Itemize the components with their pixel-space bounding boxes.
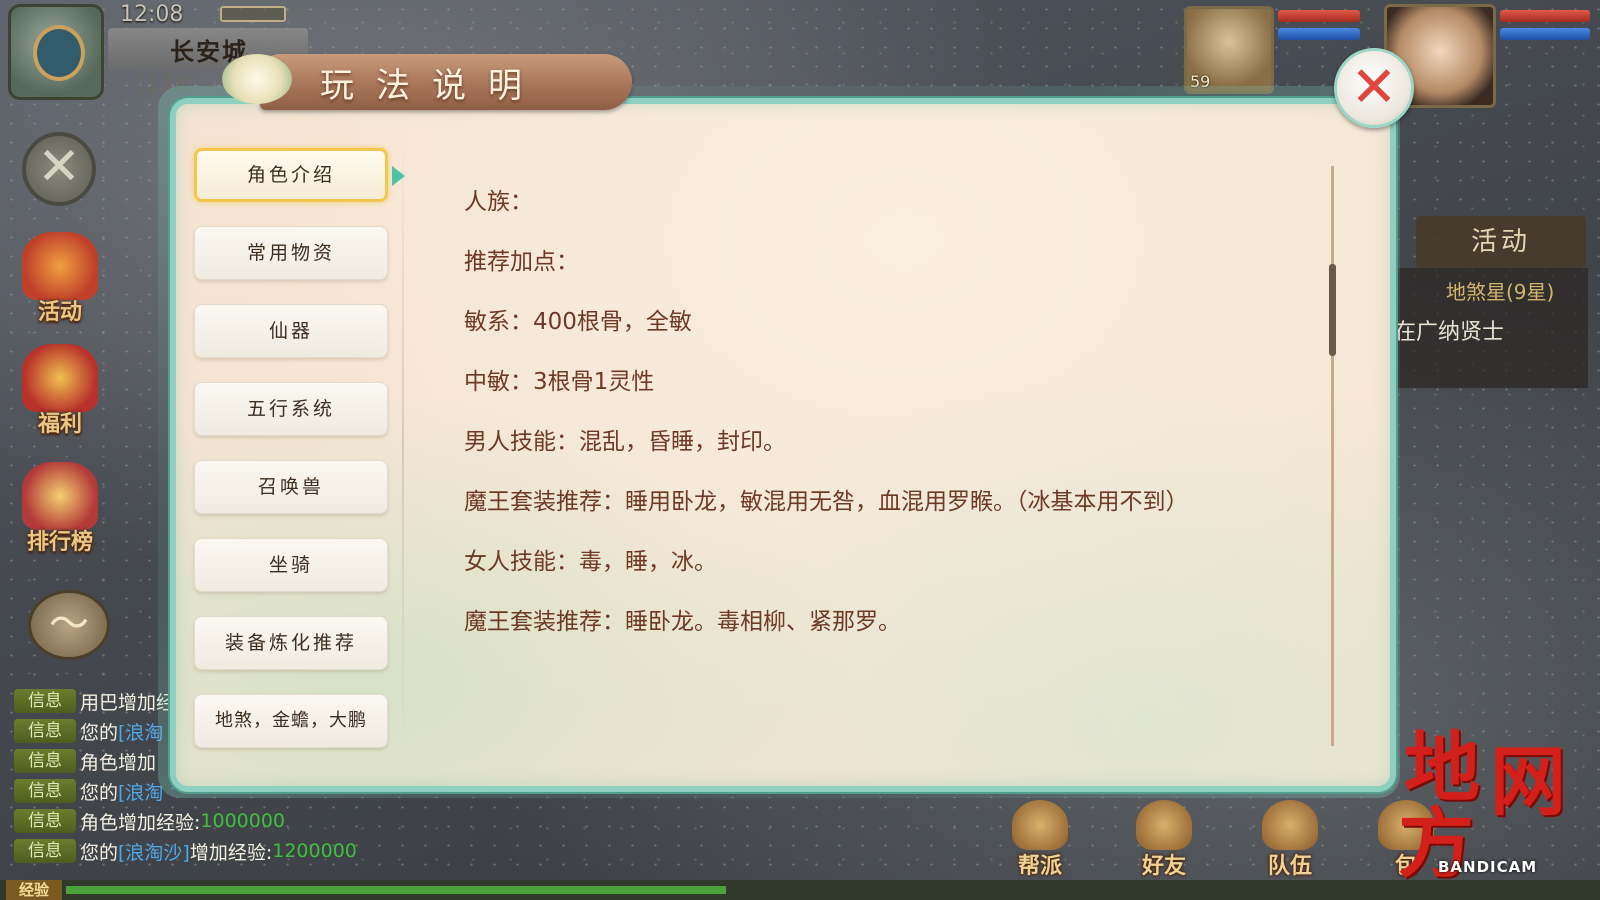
tab-role-intro[interactable]: 角色介绍 bbox=[194, 148, 388, 202]
tab-common-supplies[interactable]: 常用物资 bbox=[194, 226, 388, 280]
activity-tab[interactable]: 活动 bbox=[1416, 216, 1586, 268]
lotus-icon bbox=[222, 54, 292, 104]
player-hp-bar bbox=[1500, 10, 1590, 22]
quest-description: 在广纳贤士 bbox=[1394, 320, 1505, 345]
ranking-icon bbox=[22, 462, 98, 530]
team-icon bbox=[1262, 800, 1318, 850]
chat-text: 角色增加经验: bbox=[80, 811, 201, 834]
close-icon: ✕ bbox=[1350, 55, 1398, 120]
chat-text: 角色增加 bbox=[80, 751, 157, 774]
tab-divider bbox=[402, 140, 404, 750]
content-line: 魔王套装推荐：睡用卧龙，敏混用无咎，血混用罗睺。（冰基本用不到） bbox=[464, 489, 1189, 515]
menu-button-label: 帮派 bbox=[1017, 854, 1062, 879]
watermark-caption: BANDICAM bbox=[1438, 858, 1538, 876]
tab-artifacts[interactable]: 仙器 bbox=[194, 304, 388, 358]
chat-bubble-icon: 〜 bbox=[49, 601, 89, 647]
tab-five-elements[interactable]: 五行系统 bbox=[194, 382, 388, 436]
side-button-activity[interactable]: 活动 bbox=[12, 232, 108, 328]
chat-channel-tag: 信息 bbox=[14, 779, 76, 803]
pet-mp-bar bbox=[1278, 28, 1360, 40]
content-line: 人族： bbox=[464, 189, 533, 215]
tab-summoned-beasts[interactable]: 召唤兽 bbox=[194, 460, 388, 514]
horn-icon bbox=[22, 232, 98, 300]
quest-title: 地煞星(9星) bbox=[1446, 280, 1555, 304]
chat-highlight[interactable]: [浪淘沙] bbox=[118, 838, 190, 865]
chat-text: 您的 bbox=[80, 721, 119, 744]
side-button-ranking[interactable]: 排行榜 bbox=[12, 462, 108, 558]
experience-label: 经验 bbox=[6, 880, 62, 900]
menu-button-team[interactable]: 队伍 bbox=[1242, 800, 1338, 880]
battery-icon bbox=[220, 6, 286, 22]
dialog-title: 玩法说明 bbox=[320, 66, 544, 106]
side-button-welfare[interactable]: 福利 bbox=[12, 344, 108, 440]
menu-button-friends[interactable]: 好友 bbox=[1116, 800, 1212, 880]
chat-channel-tag: 信息 bbox=[14, 689, 76, 713]
gift-icon bbox=[22, 344, 98, 412]
pet-status-bars bbox=[1278, 10, 1360, 46]
guide-content: 人族： 推荐加点： 敏系：400根骨，全敏 中敏：3根骨1灵性 男人技能：混乱，… bbox=[464, 182, 1304, 662]
chat-channel-tag: 信息 bbox=[14, 839, 76, 863]
collapse-menu-close-icon[interactable]: ✕ bbox=[22, 132, 96, 206]
menu-button-label: 好友 bbox=[1141, 854, 1186, 879]
content-line: 敏系：400根骨，全敏 bbox=[464, 309, 692, 335]
compass-icon bbox=[33, 25, 85, 81]
menu-button-guild[interactable]: 帮派 bbox=[992, 800, 1088, 880]
experience-bar: 经验 bbox=[0, 880, 1600, 900]
menu-button-label: 队伍 bbox=[1267, 854, 1312, 879]
close-dialog-button[interactable]: ✕ bbox=[1334, 48, 1414, 128]
tab-equipment-refine[interactable]: 装备炼化推荐 bbox=[194, 616, 388, 670]
side-button-label: 活动 bbox=[37, 300, 82, 325]
player-status-bars bbox=[1500, 10, 1590, 46]
side-button-label: 福利 bbox=[37, 412, 82, 437]
player-mp-bar bbox=[1500, 28, 1590, 40]
content-line: 男人技能：混乱，昏睡，封印。 bbox=[464, 429, 786, 455]
friends-icon bbox=[1136, 800, 1192, 850]
content-line: 魔王套装推荐：睡卧龙。毒相柳、紧那罗。 bbox=[464, 609, 901, 635]
tab-bosses[interactable]: 地煞，金蟾，大鹏 bbox=[194, 694, 388, 748]
chat-highlight[interactable]: [浪淘 bbox=[118, 778, 163, 805]
chat-text: 您的 bbox=[80, 781, 119, 804]
chat-highlight[interactable]: [浪淘 bbox=[118, 718, 163, 745]
chat-channel-tag: 信息 bbox=[14, 719, 76, 743]
tab-mounts[interactable]: 坐骑 bbox=[194, 538, 388, 592]
game-screen: 12:08 长安城 (118 ✕ 活动 福利 排行榜 〜 信息 用巴增加经 信息… bbox=[0, 0, 1600, 900]
chat-channel-tag: 信息 bbox=[14, 809, 76, 833]
chat-line: 信息 角色增加经验: 1000000 bbox=[6, 806, 386, 836]
chat-toggle-button[interactable]: 〜 bbox=[28, 590, 110, 660]
chat-number: 1200000 bbox=[272, 840, 357, 862]
chat-line: 信息 您的 [浪淘沙] 增加经验: 1200000 bbox=[6, 836, 386, 866]
pet-hp-bar bbox=[1278, 10, 1360, 22]
experience-fill bbox=[66, 886, 726, 894]
content-line: 中敏：3根骨1灵性 bbox=[464, 369, 655, 395]
chat-number: 1000000 bbox=[200, 810, 286, 832]
chat-text: 增加经验: bbox=[189, 841, 273, 864]
chat-channel-tag: 信息 bbox=[14, 749, 76, 773]
content-line: 女人技能：毒，睡，冰。 bbox=[464, 549, 717, 575]
watermark-logo: 地 网 方 BANDICAM bbox=[1398, 712, 1594, 888]
chat-text: 您的 bbox=[80, 841, 119, 864]
content-line: 推荐加点： bbox=[464, 249, 579, 275]
world-map-button[interactable] bbox=[8, 4, 104, 100]
side-button-label: 排行榜 bbox=[26, 530, 93, 555]
content-scrollbar-thumb[interactable] bbox=[1329, 263, 1336, 356]
watermark-glyph: 网 bbox=[1490, 737, 1566, 826]
guild-icon bbox=[1012, 800, 1068, 850]
clock-time: 12:08 bbox=[120, 2, 184, 27]
content-scrollbar-track[interactable] bbox=[1331, 166, 1334, 746]
